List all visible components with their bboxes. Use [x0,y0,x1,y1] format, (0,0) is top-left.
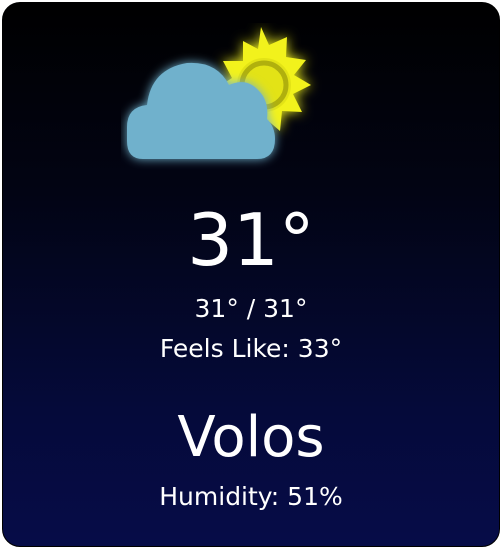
temperature-range: 31° / 31° [194,294,308,323]
current-temperature: 31° [187,198,315,282]
feels-like-value: 33° [297,334,343,363]
feels-like-label: Feels Like: [159,334,290,363]
feels-like: Feels Like: 33° [3,332,499,366]
weather-card: 31° 31° / 31° Feels Like: 33° Volos Humi… [2,2,500,547]
humidity-label: Humidity: [159,482,280,511]
partly-cloudy-day-icon [121,23,331,173]
humidity-value: 51% [287,482,343,511]
city-name: Volos [177,405,325,470]
humidity: Humidity: 51% [3,480,499,514]
